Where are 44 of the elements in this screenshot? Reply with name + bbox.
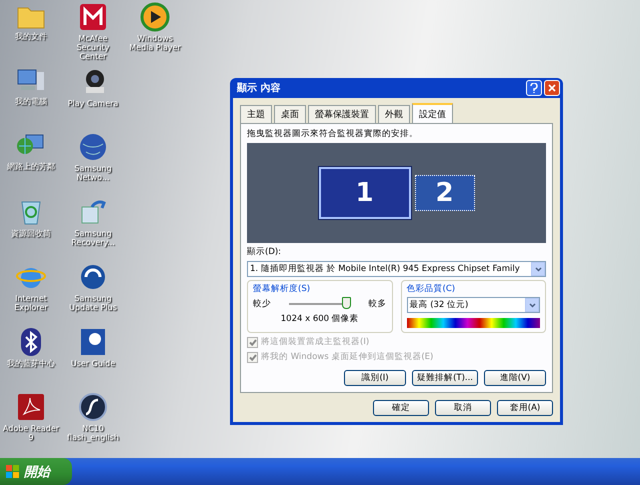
instruction-text: 拖曳監視器圖示來符合監視器實際的安排。: [247, 128, 419, 140]
group-title: 色彩品質(C): [406, 283, 456, 295]
windows-logo-icon: [6, 464, 20, 478]
window-title: 顯示 內容: [236, 81, 280, 95]
shield-letter-icon: [78, 2, 108, 32]
slider-max-label: 較多: [368, 298, 386, 310]
resolution-reading: 1024 x 600 個像素: [280, 313, 359, 325]
dialog-button[interactable]: 套用(A): [497, 400, 553, 416]
start-button[interactable]: 開始: [0, 458, 72, 485]
monitor-tile[interactable]: 2: [414, 175, 474, 211]
help-icon: [530, 83, 538, 93]
slider-thumb[interactable]: [342, 297, 351, 309]
desktop-icon-label[interactable]: 我的電腦: [0, 97, 62, 106]
desktop-icon-label[interactable]: 我的文件: [0, 32, 62, 41]
close-icon: [548, 84, 556, 92]
desktop-icon-label[interactable]: 資源回收筒: [0, 229, 62, 238]
globe-icon: [78, 132, 108, 162]
tab[interactable]: 桌面: [274, 105, 306, 123]
checkbox-label: 將我的 Windows 桌面延伸到這個監視器(E): [261, 351, 434, 363]
tab[interactable]: 外觀: [378, 105, 410, 123]
dialog-button[interactable]: 疑難排解(T)...: [412, 370, 478, 386]
update-icon: [78, 262, 108, 292]
display-label: 顯示(D):: [247, 246, 282, 258]
desktop-icon-label[interactable]: 網路上的芳鄰: [0, 162, 62, 171]
flash-icon: [78, 392, 108, 422]
monitor-tile[interactable]: 1: [318, 167, 410, 219]
pdf-reader-icon: [16, 392, 46, 422]
close-button[interactable]: [544, 80, 560, 96]
tab[interactable]: 主題: [240, 105, 272, 123]
dialog-button[interactable]: 進階(V): [484, 370, 546, 386]
dialog-button[interactable]: 確定: [373, 400, 429, 416]
bluetooth-icon: [19, 327, 43, 357]
dialog-button[interactable]: 識別(I): [344, 370, 406, 386]
color-dropdown[interactable]: 最高 (32 位元): [406, 297, 540, 313]
guide-book-icon: [78, 327, 108, 357]
group-title: 螢幕解析度(S): [253, 283, 312, 295]
help-button[interactable]: [526, 80, 542, 96]
tab[interactable]: 螢幕保護裝置: [308, 105, 376, 123]
checkbox-label: 將這個裝置當成主監視器(I): [261, 336, 370, 348]
tab[interactable]: 設定值: [412, 103, 453, 123]
dialog-button[interactable]: 取消: [435, 400, 491, 416]
slider-min-label: 較少: [253, 298, 271, 310]
media-player-icon: [140, 2, 170, 32]
display-dropdown[interactable]: 1. 隨插即用監視器 於 Mobile Intel(R) 945 Express Chipset Family: [247, 261, 546, 277]
